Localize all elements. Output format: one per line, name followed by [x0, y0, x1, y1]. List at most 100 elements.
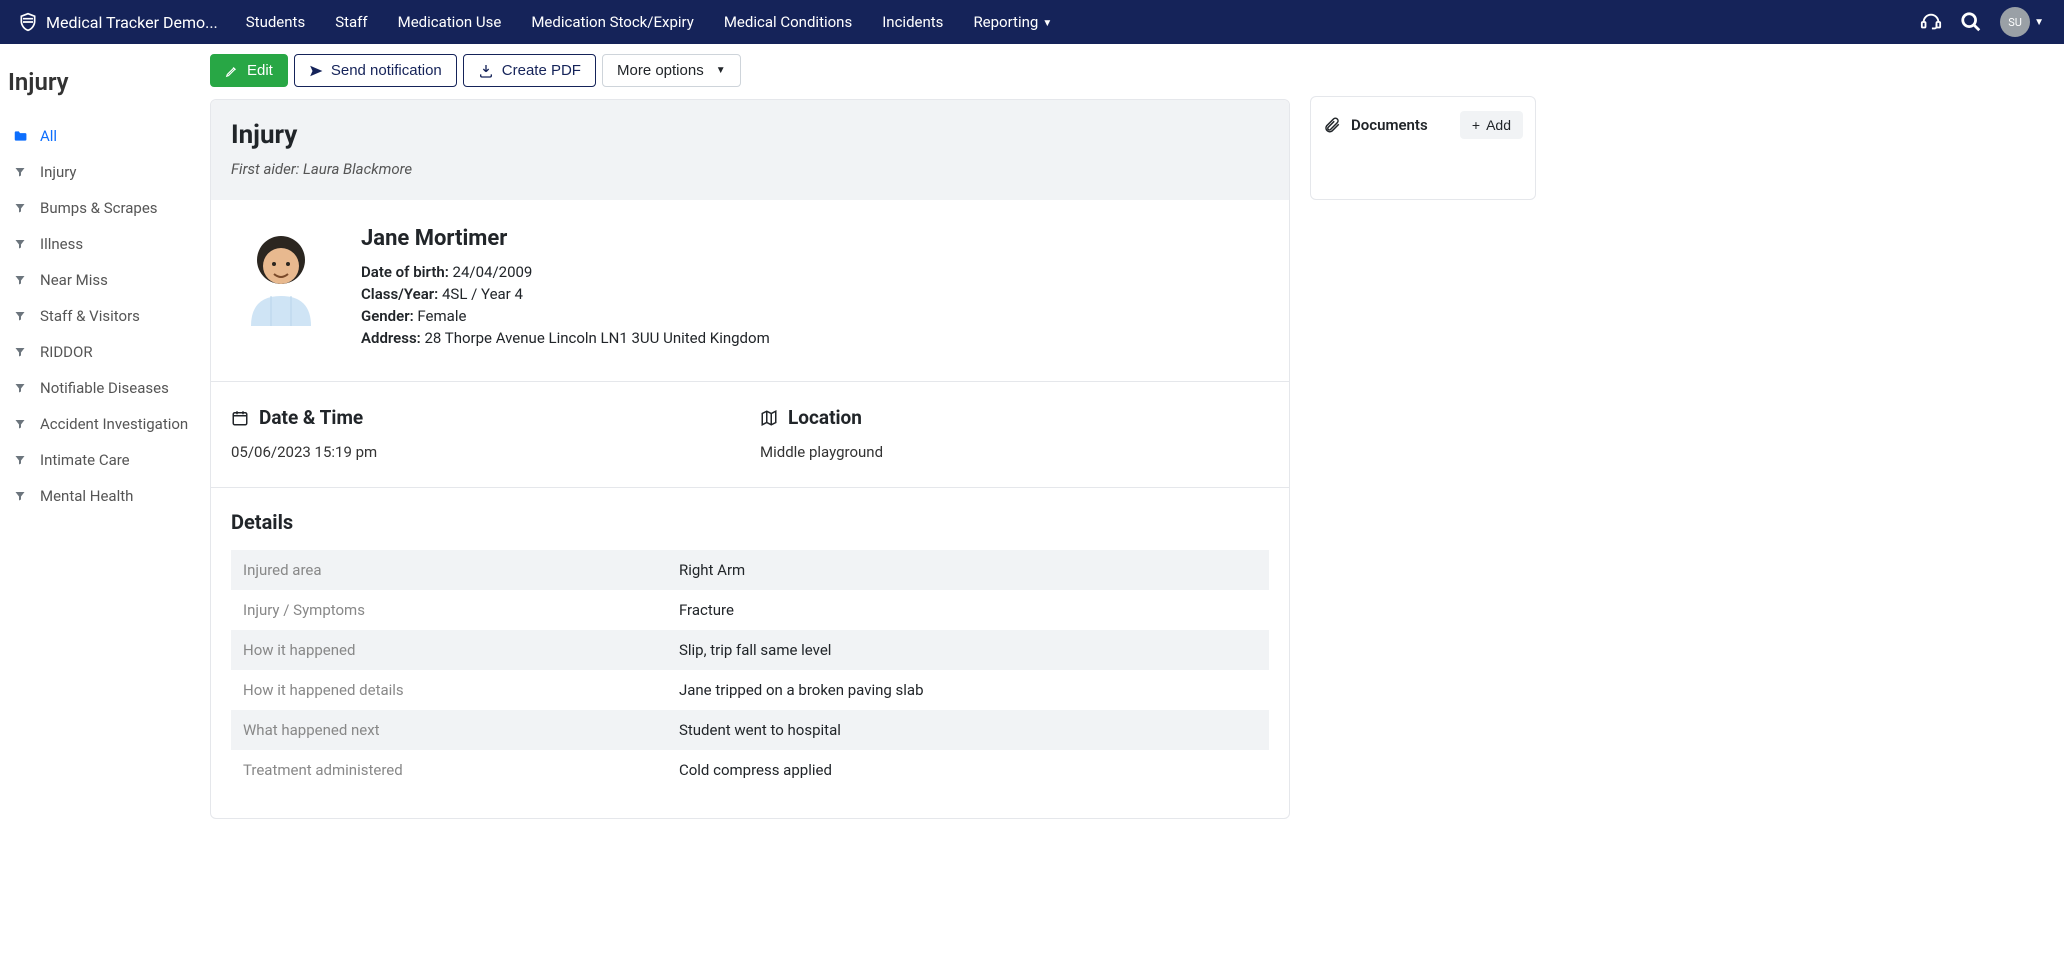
sidebar-item-riddor[interactable]: RIDDOR: [8, 334, 196, 370]
record-card: Injury First aider: Laura Blackmore: [210, 99, 1290, 819]
location-col: Location Middle playground: [760, 406, 1269, 461]
filter-icon: [12, 454, 28, 466]
user-menu[interactable]: SU ▼: [2000, 7, 2044, 37]
details-value: Fracture: [667, 590, 1269, 630]
filter-icon: [12, 202, 28, 214]
details-row: How it happenedSlip, trip fall same leve…: [231, 630, 1269, 670]
documents-title: Documents: [1323, 116, 1428, 134]
sidebar-item-staff-visitors[interactable]: Staff & Visitors: [8, 298, 196, 334]
edit-button[interactable]: Edit: [210, 54, 288, 87]
sidebar-item-label: Injury: [40, 163, 77, 181]
nav-students[interactable]: Students: [232, 3, 319, 41]
more-options-button[interactable]: More options ▼: [602, 54, 741, 87]
details-key: How it happened: [231, 630, 667, 670]
details-value: Jane tripped on a broken paving slab: [667, 670, 1269, 710]
details-row: What happened nextStudent went to hospit…: [231, 710, 1269, 750]
sidebar-item-label: All: [40, 127, 57, 145]
folder-icon: [12, 129, 28, 143]
sidebar-item-near-miss[interactable]: Near Miss: [8, 262, 196, 298]
sidebar-item-label: RIDDOR: [40, 343, 93, 361]
support-icon[interactable]: [1920, 11, 1942, 33]
calendar-icon: [231, 409, 249, 427]
student-photo: [231, 226, 331, 326]
nav-medication-use[interactable]: Medication Use: [384, 3, 516, 41]
student-name: Jane Mortimer: [361, 226, 770, 251]
add-document-button[interactable]: + Add: [1460, 111, 1523, 139]
datetime-col: Date & Time 05/06/2023 15:19 pm: [231, 406, 740, 461]
filter-icon: [12, 418, 28, 430]
nav-medical-conditions[interactable]: Medical Conditions: [710, 3, 866, 41]
nav-incidents[interactable]: Incidents: [868, 3, 957, 41]
filter-icon: [12, 310, 28, 322]
create-pdf-button[interactable]: Create PDF: [463, 54, 596, 87]
record-header: Injury First aider: Laura Blackmore: [211, 100, 1289, 200]
student-class: Class/Year: 4SL / Year 4: [361, 285, 770, 303]
details-table: Injured areaRight ArmInjury / SymptomsFr…: [231, 550, 1269, 790]
details-row: Injured areaRight Arm: [231, 550, 1269, 590]
shield-icon: [18, 12, 38, 32]
sidebar-item-label: Bumps & Scrapes: [40, 199, 158, 217]
sidebar-item-intimate-care[interactable]: Intimate Care: [8, 442, 196, 478]
details-value: Cold compress applied: [667, 750, 1269, 790]
toolbar: Edit Send notification Create PDF More o…: [210, 54, 1290, 87]
paperclip-icon: [1323, 116, 1341, 134]
details-value: Student went to hospital: [667, 710, 1269, 750]
sidebar-item-label: Notifiable Diseases: [40, 379, 169, 397]
pencil-icon: [225, 64, 239, 78]
filter-icon: [12, 274, 28, 286]
details-value: Slip, trip fall same level: [667, 630, 1269, 670]
paper-plane-icon: [309, 64, 323, 78]
student-dob: Date of birth: 24/04/2009: [361, 263, 770, 281]
sidebar-item-label: Illness: [40, 235, 83, 253]
details-key: What happened next: [231, 710, 667, 750]
sidebar-item-illness[interactable]: Illness: [8, 226, 196, 262]
sidebar-list: All Injury Bumps & Scrapes Illness Near Miss…: [8, 118, 196, 514]
patient-section: Jane Mortimer Date of birth: 24/04/2009 …: [211, 200, 1289, 382]
map-icon: [760, 409, 778, 427]
chevron-down-icon: ▼: [716, 65, 726, 76]
documents-panel: Documents + Add: [1310, 96, 1536, 200]
details-row: Injury / SymptomsFracture: [231, 590, 1269, 630]
brand-text: Medical Tracker Demo...: [46, 13, 218, 32]
send-notification-button[interactable]: Send notification: [294, 54, 457, 87]
sidebar-item-label: Intimate Care: [40, 451, 130, 469]
sidebar-item-accident-investigation[interactable]: Accident Investigation: [8, 406, 196, 442]
details-key: Injured area: [231, 550, 667, 590]
sidebar-item-notifiable-diseases[interactable]: Notifiable Diseases: [8, 370, 196, 406]
datetime-value: 05/06/2023 15:19 pm: [231, 443, 740, 461]
details-key: Injury / Symptoms: [231, 590, 667, 630]
nav-staff[interactable]: Staff: [321, 3, 381, 41]
details-key: How it happened details: [231, 670, 667, 710]
top-nav: Medical Tracker Demo... Students Staff M…: [0, 0, 2064, 44]
details-title: Details: [231, 510, 1269, 534]
filter-icon: [12, 382, 28, 394]
sidebar-item-label: Mental Health: [40, 487, 133, 505]
filter-icon: [12, 166, 28, 178]
sidebar-item-bumps-scrapes[interactable]: Bumps & Scrapes: [8, 190, 196, 226]
avatar: SU: [2000, 7, 2030, 37]
sidebar-item-injury[interactable]: Injury: [8, 154, 196, 190]
sidebar-item-all[interactable]: All: [8, 118, 196, 154]
filter-icon: [12, 346, 28, 358]
student-info: Jane Mortimer Date of birth: 24/04/2009 …: [361, 226, 770, 351]
nav-medication-stock[interactable]: Medication Stock/Expiry: [517, 3, 708, 41]
first-aider: First aider: Laura Blackmore: [231, 160, 1269, 178]
sidebar-item-mental-health[interactable]: Mental Health: [8, 478, 196, 514]
details-section: Details Injured areaRight ArmInjury / Sy…: [211, 488, 1289, 818]
sidebar-item-label: Accident Investigation: [40, 415, 188, 433]
search-icon[interactable]: [1960, 11, 1982, 33]
nav-right: SU ▼: [1920, 7, 2056, 37]
brand[interactable]: Medical Tracker Demo...: [8, 12, 228, 32]
record-heading: Injury: [231, 120, 1269, 150]
student-gender: Gender: Female: [361, 307, 770, 325]
datetime-location: Date & Time 05/06/2023 15:19 pm Location…: [211, 382, 1289, 488]
nav-reporting[interactable]: Reporting▼: [959, 3, 1066, 41]
filter-icon: [12, 238, 28, 250]
location-title: Location: [760, 406, 1269, 429]
content: Edit Send notification Create PDF More o…: [210, 54, 1290, 819]
location-value: Middle playground: [760, 443, 1269, 461]
details-row: Treatment administeredCold compress appl…: [231, 750, 1269, 790]
details-key: Treatment administered: [231, 750, 667, 790]
primary-nav: Students Staff Medication Use Medication…: [232, 3, 1066, 41]
main: Edit Send notification Create PDF More o…: [206, 44, 2064, 964]
